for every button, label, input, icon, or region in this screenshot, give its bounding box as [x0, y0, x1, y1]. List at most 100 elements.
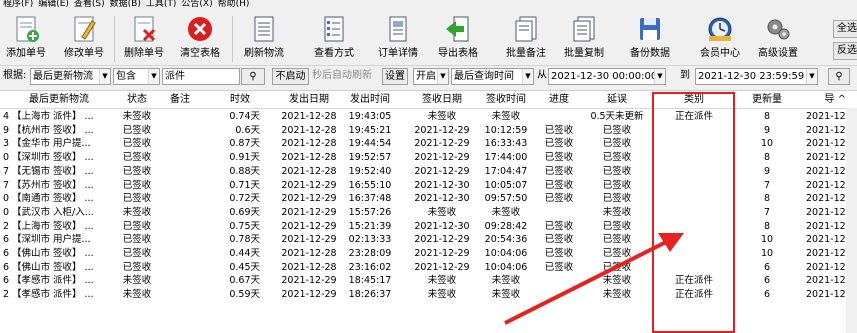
backup-data-button[interactable]: 备份数据 — [624, 12, 676, 65]
table-row[interactable]: 0 【武汉市 入柜/入... 未签收 0.69天 2021-12-29 15:57:26 未… — [0, 206, 857, 220]
cell-aging: 0.59天 — [229, 289, 260, 301]
view-mode-button[interactable]: 查看方式 — [305, 12, 363, 65]
cell-status: 已签收 — [122, 138, 152, 150]
cell-sign-time: 未签收 — [491, 275, 521, 287]
menu-help[interactable]: 帮助(H) — [218, 0, 250, 9]
time-search-button[interactable]: ⚲ — [828, 68, 850, 85]
table-row[interactable]: 6 【佛山市 签收】 ... 已签收 0.44天 2021-12-28 23:28:09 2… — [0, 247, 857, 261]
cell-category — [654, 247, 734, 261]
menu-notice[interactable]: 公告(X) — [181, 0, 212, 9]
filter-keyword-input[interactable]: 派件 — [162, 68, 240, 85]
col-header-status[interactable]: 状态 — [120, 91, 154, 109]
col-header-aging[interactable]: 时效 — [220, 91, 260, 109]
invert-selection-button[interactable]: 反选 — [833, 42, 857, 60]
batch-note-label: 批量备注 — [506, 48, 546, 59]
advanced-settings-label: 高级设置 — [758, 48, 798, 59]
table-row[interactable]: 0 【深圳市 签收】 ... 已签收 0.91天 2021-12-28 19:52:57 2… — [0, 151, 857, 165]
cell-send-time: 18:26:37 — [348, 289, 392, 301]
col-header-sign-time[interactable]: 签收时间 — [476, 91, 536, 109]
cell-delay: 已签收 — [602, 138, 632, 150]
cell-category — [654, 233, 734, 247]
table-row[interactable]: 2 【上海市 签收】 ... 已签收 0.75天 2021-12-29 15:21:39 2… — [0, 220, 857, 234]
table-row[interactable]: 3 【金华市 用户提... 已签收 0.87天 2021-12-28 19:44:54 20… — [0, 137, 857, 151]
col-header-update-count[interactable]: 更新量 — [744, 91, 790, 109]
table-row[interactable]: 6 【深圳市 用户提... 已签收 0.78天 2021-12-29 02:13:33 20… — [0, 233, 857, 247]
filter-search-button[interactable]: ⚲ — [241, 68, 265, 85]
export-table-button[interactable]: 导出表格 — [432, 12, 484, 65]
menu-tools[interactable]: 工具(T) — [146, 0, 177, 9]
refresh-logistics-button[interactable]: 刷新物流 — [238, 12, 290, 65]
cell-delay: 已签收 — [602, 248, 632, 259]
cell-import: 2021-12- — [806, 193, 846, 205]
cell-update-count: 7 — [763, 206, 771, 218]
col-header-logistics[interactable]: 最后更新物流 — [0, 91, 118, 109]
menu-edit[interactable]: 编辑(E) — [38, 0, 69, 9]
detail-doc-icon — [389, 16, 407, 42]
cell-delay: 已签收 — [602, 165, 632, 177]
col-header-note[interactable]: 备注 — [160, 91, 200, 109]
table-row[interactable]: 4 【上海市 派件】 ... 未签收 0.74天 2021-12-28 19:43:05 未… — [0, 110, 857, 124]
shipment-table[interactable]: 最后更新物流 状态 备注 时效 发出日期 发出时间 签收日期 签收时间 进度 延… — [0, 90, 857, 333]
col-header-progress[interactable]: 进度 — [540, 91, 578, 109]
cell-sign-time: 20:54:36 — [484, 234, 528, 246]
col-header-send-time[interactable]: 发出时间 — [342, 91, 398, 109]
cell-category — [654, 151, 734, 165]
col-header-import[interactable]: 导 ^ — [806, 91, 846, 109]
cell-import: 2021-12- — [806, 165, 846, 177]
col-header-sign-date[interactable]: 签收日期 — [410, 91, 474, 109]
edit-order-button[interactable]: 修改单号 — [58, 12, 110, 65]
col-header-delay[interactable]: 延误 — [588, 91, 646, 109]
clear-table-button[interactable]: 清空表格 — [174, 12, 226, 65]
advanced-settings-button[interactable]: 高级设置 — [752, 12, 804, 65]
member-center-button[interactable]: 会员中心 — [694, 12, 746, 65]
export-green-arrow-icon — [446, 16, 469, 42]
cell-aging: 0.91天 — [229, 152, 260, 164]
refresh-settings-button[interactable]: 设置 — [382, 68, 408, 85]
to-datetime-picker[interactable]: 2021-12-30 23:59:59 ▼ — [695, 68, 818, 85]
table-row[interactable]: 6 【孝感市 派件】 ... 未签收 0.67天 2021-12-29 18:45:17 未… — [0, 274, 857, 288]
menu-view[interactable]: 查看(S) — [74, 0, 105, 9]
cell-sign-time: 10:05:07 — [484, 179, 528, 191]
time-field-select[interactable]: 最后查询时间 ▼ — [451, 68, 534, 85]
cell-delay: 未签收 — [602, 289, 632, 301]
vertical-scrollbar[interactable] — [846, 108, 857, 333]
table-row[interactable]: 7 【无锡市 签收】 ... 已签收 0.88天 2021-12-28 19:52:40 2… — [0, 165, 857, 179]
cell-send-time: 16:37:48 — [348, 193, 392, 205]
from-datetime-picker[interactable]: 2021-12-30 00:00:00 ▼ — [548, 68, 666, 85]
cell-category — [654, 137, 734, 151]
filter-field-select[interactable]: 最后更新物流 ▼ — [30, 68, 111, 85]
table-row[interactable]: 6 【佛山市 签收】 ... 已签收 0.45天 2021-12-28 23:16:02 2… — [0, 261, 857, 275]
filter-operator-select[interactable]: 包含 ▼ — [113, 68, 160, 85]
cell-send-date: 2021-12-28 — [281, 261, 337, 273]
order-detail-button[interactable]: 订单详情 — [372, 12, 424, 65]
add-order-button[interactable]: 添加单号 — [0, 12, 52, 65]
cell-sign-time: 未签收 — [491, 111, 521, 122]
table-row[interactable]: 7 【苏州市 签收】 ... 已签收 0.71天 2021-12-29 16:55:10 2… — [0, 179, 857, 193]
calendar-dropdown-icon: ▼ — [806, 69, 817, 84]
select-all-button[interactable]: 全选 — [833, 20, 857, 38]
cell-update-count: 7 — [763, 179, 771, 191]
cell-sign-date: 2021-12-30 — [414, 220, 470, 232]
not-started-button[interactable]: 不启动 — [272, 68, 309, 85]
cell-delay: 未签收 — [602, 275, 632, 287]
cell-aging: 0.69天 — [229, 206, 260, 218]
cell-sign-time: 17:44:00 — [484, 152, 528, 164]
table-row[interactable]: 0 【南通市 签收】 ... 已签收 0.72天 2021-12-29 16:37:48 2… — [0, 192, 857, 206]
table-row[interactable]: 9 【杭州市 签收】 ... 已签收 0.6天 2021-12-28 19:45:21 20… — [0, 124, 857, 138]
batch-copy-button[interactable]: 批量复制 — [558, 12, 610, 65]
cell-sign-time: 未签收 — [491, 206, 521, 218]
delete-order-button[interactable]: 删除单号 — [118, 12, 170, 65]
cell-delay: 已签收 — [602, 179, 632, 191]
cell-progress: 已签收 — [544, 124, 574, 136]
batch-note-button[interactable]: 批量备注 — [500, 12, 552, 65]
menu-data[interactable]: 数据(B) — [110, 0, 141, 9]
cell-aging: 0.44天 — [229, 248, 260, 259]
time-filter-enable-select[interactable]: 开启 ▼ — [413, 68, 449, 85]
cell-sign-date: 2021-12-29 — [414, 152, 470, 164]
col-header-send-date[interactable]: 发出日期 — [278, 91, 340, 109]
menu-program[interactable]: 程序(F) — [3, 0, 33, 9]
col-header-category[interactable]: 类别 — [654, 91, 734, 109]
cell-update-count: 8 — [763, 193, 771, 205]
table-row[interactable]: 2 【孝感市 派件】 ... 未签收 0.59天 2021-12-29 18:26:37 未… — [0, 288, 857, 302]
cell-progress: 已签收 — [544, 261, 574, 273]
